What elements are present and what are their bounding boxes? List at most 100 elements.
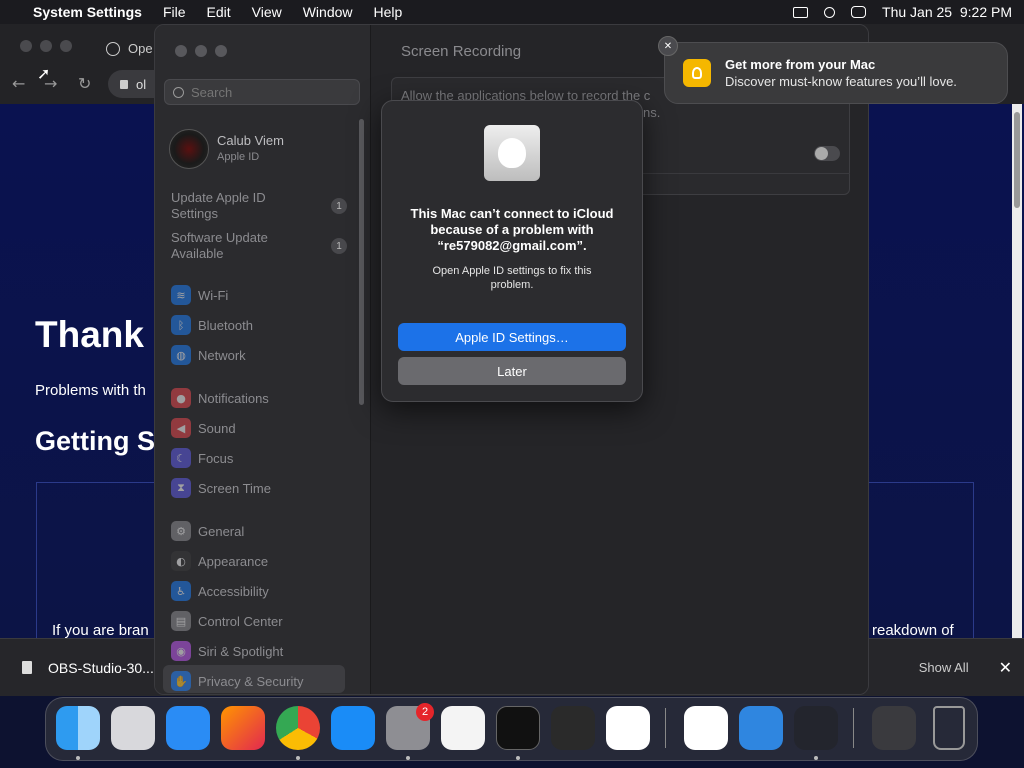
sidebar-item-network[interactable]: ◍ Network	[171, 341, 351, 369]
terminal-icon[interactable]	[496, 706, 540, 750]
page-paragraph: Problems with th	[35, 382, 146, 399]
dock-separator	[853, 708, 854, 748]
menu-help[interactable]: Help	[374, 4, 403, 20]
sidebar-item-label: Bluetooth	[198, 317, 253, 333]
back-arrow-icon[interactable]: ←	[12, 74, 25, 93]
sidebar-item-siri-spotlight[interactable]: ◉ Siri & Spotlight	[171, 637, 351, 665]
sidebar-item-label: Sound	[198, 420, 236, 436]
download-filename[interactable]: OBS-Studio-30...	[48, 660, 154, 676]
system-settings-badge: 2	[416, 703, 434, 721]
search-input[interactable]	[191, 84, 341, 100]
sidebar-item-label: General	[198, 523, 245, 539]
sidebar-scrollbar[interactable]	[359, 119, 364, 405]
search-icon	[173, 86, 184, 98]
menu-clock[interactable]: Thu Jan 25 9:22 PM	[882, 4, 1012, 20]
notification-title: Get more from your Mac	[725, 57, 876, 72]
close-icon[interactable]	[175, 45, 187, 57]
sidebar-item-sound[interactable]: ◀ Sound	[171, 414, 351, 442]
zoom-icon[interactable]	[215, 45, 227, 57]
sidebar-item-bluetooth[interactable]: ᛒ Bluetooth	[171, 311, 351, 339]
obs-studio-icon[interactable]	[794, 706, 838, 750]
control-center-icon[interactable]	[851, 6, 867, 18]
search-field[interactable]	[164, 79, 360, 105]
sidebar-item-control-center[interactable]: ▤ Control Center	[171, 607, 351, 635]
user-subtitle: Apple ID	[217, 151, 260, 163]
screenshot-icon[interactable]	[872, 706, 916, 750]
trash-icon[interactable]	[933, 706, 965, 750]
sidebar-item-label: Screen Time	[198, 480, 271, 496]
dock: 2	[45, 697, 978, 761]
document-icon	[22, 661, 32, 674]
sidebar-item-focus[interactable]: ☾ Focus	[171, 444, 351, 472]
screen-mirroring-icon[interactable]	[793, 6, 809, 18]
hand-icon: ✋	[171, 671, 191, 691]
firefox-icon[interactable]	[221, 706, 265, 750]
safari-icon[interactable]	[166, 706, 210, 750]
close-icon[interactable]	[20, 40, 32, 52]
notification-close-icon[interactable]: ✕	[658, 36, 678, 56]
sidebar-item-notifications[interactable]: ● Notifications	[171, 384, 351, 412]
browser-tab-title[interactable]: Ope	[128, 41, 153, 56]
page-subheading: Getting S	[35, 426, 155, 456]
launchpad-icon[interactable]	[111, 706, 155, 750]
sidebar-item-label: Control Center	[198, 613, 283, 629]
sidebar-item-wi-fi[interactable]: ≋ Wi-Fi	[171, 281, 351, 309]
siri-icon: ◉	[171, 641, 191, 661]
menu-edit[interactable]: Edit	[207, 4, 231, 20]
screen-recording-toggle[interactable]	[814, 146, 840, 161]
content-description-end: ns.	[643, 105, 661, 120]
menu-file[interactable]: File	[163, 4, 186, 20]
browser-tab-favicon-icon	[106, 42, 120, 56]
moon-icon: ☾	[171, 448, 191, 468]
textedit-icon[interactable]	[441, 706, 485, 750]
user-name: Calub Viem	[217, 133, 284, 148]
content-card-left	[36, 482, 156, 638]
content-card-right	[868, 482, 974, 638]
menu-window[interactable]: Window	[303, 4, 353, 20]
sidebar-item-software-update[interactable]: Software Update Available 1	[171, 229, 351, 263]
sidebar-item-label: Appearance	[198, 553, 269, 569]
apple-id-row[interactable]: Calub Viem Apple ID	[169, 129, 349, 169]
menu-view[interactable]: View	[252, 4, 282, 20]
weather-icon[interactable]	[739, 706, 783, 750]
minimize-icon[interactable]	[195, 45, 207, 57]
running-indicator	[516, 756, 520, 760]
sidebar-item-privacy-security[interactable]: ✋ Privacy & Security	[171, 667, 351, 694]
garageband-icon[interactable]	[551, 706, 595, 750]
spotlight-search-icon[interactable]	[824, 6, 836, 18]
zoom-icon[interactable]	[60, 40, 72, 52]
sidebar-item-label: Siri & Spotlight	[198, 643, 284, 659]
apple-id-settings-button[interactable]: Apple ID Settings…	[398, 323, 626, 351]
reload-icon[interactable]: ↻	[78, 74, 91, 93]
icloud-alert-dialog: This Mac can’t connect to iCloud because…	[381, 100, 643, 402]
running-indicator	[406, 756, 410, 760]
chrome-icon[interactable]	[276, 706, 320, 750]
show-all-button[interactable]: Show All	[919, 660, 969, 675]
visual-studio-icon[interactable]	[684, 706, 728, 750]
sidebar-item-accessibility[interactable]: ♿ Accessibility	[171, 577, 351, 605]
page-scrollbar[interactable]	[1012, 104, 1022, 638]
sidebar-item-screen-time[interactable]: ⧗ Screen Time	[171, 474, 351, 502]
sidebar-item-appearance[interactable]: ◐ Appearance	[171, 547, 351, 575]
wifi-icon: ≋	[171, 285, 191, 305]
speaker-icon: ◀	[171, 418, 191, 438]
lock-icon	[120, 79, 128, 89]
mouse-cursor-icon: ➚	[37, 64, 51, 83]
notification-banner[interactable]: Get more from your Mac Discover must-kno…	[664, 42, 1008, 104]
minimize-icon[interactable]	[40, 40, 52, 52]
lightbulb-icon	[683, 59, 711, 87]
sidebar-item-update-apple-id[interactable]: Update Apple ID Settings 1	[171, 189, 351, 223]
notification-body: Discover must-know features you’ll love.	[725, 74, 957, 89]
sidebar-item-general[interactable]: ⚙ General	[171, 517, 351, 545]
app-store-icon[interactable]	[331, 706, 375, 750]
sidebar-item-label: Focus	[198, 450, 234, 466]
bell-icon: ●	[171, 388, 191, 408]
update-apple-id-badge: 1	[331, 198, 347, 214]
software-update-badge: 1	[331, 238, 347, 254]
menu-bar: System Settings File Edit View Window He…	[0, 0, 1024, 24]
finder-icon[interactable]	[56, 706, 100, 750]
later-button[interactable]: Later	[398, 357, 626, 385]
close-download-bar-icon[interactable]: ✕	[999, 658, 1012, 677]
menu-app-name[interactable]: System Settings	[33, 4, 142, 20]
vscode-icon[interactable]	[606, 706, 650, 750]
